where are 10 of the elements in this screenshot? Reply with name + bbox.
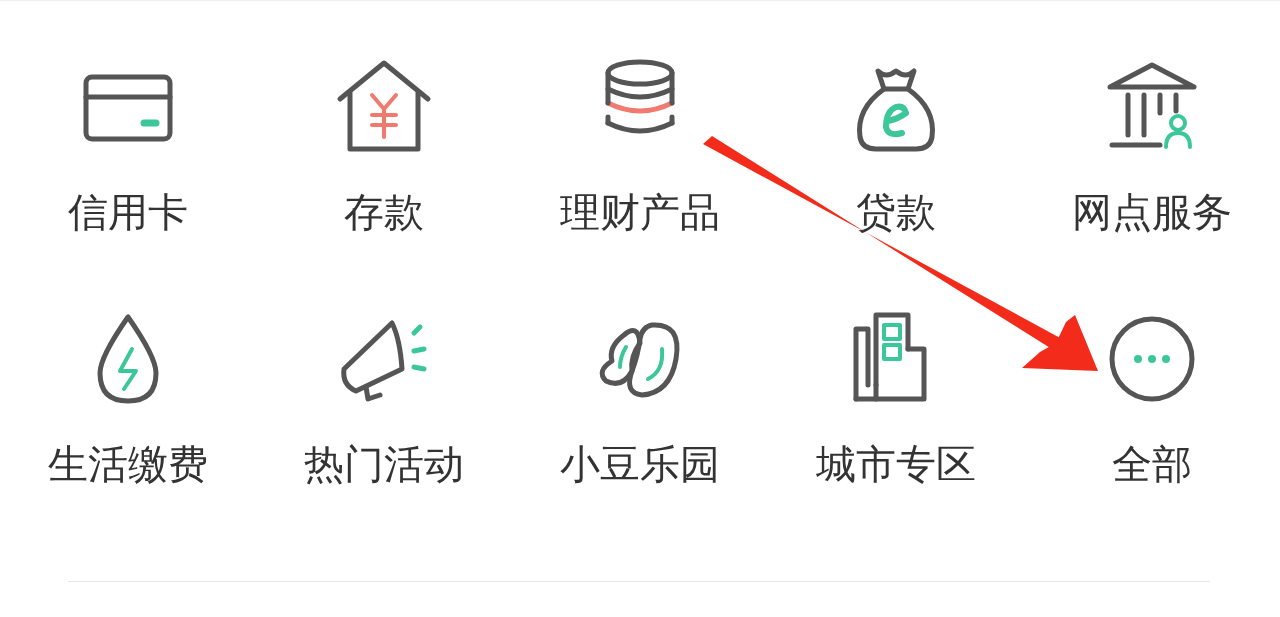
- menu-label: 信用卡: [68, 188, 188, 237]
- menu-label: 小豆乐园: [560, 440, 720, 489]
- menu-label: 热门活动: [304, 440, 464, 489]
- menu-label: 城市专区: [816, 440, 976, 489]
- menu-label: 存款: [344, 188, 424, 237]
- menu-label: 生活缴费: [48, 440, 208, 489]
- menu-label: 理财产品: [560, 188, 720, 237]
- menu-label: 贷款: [856, 188, 936, 237]
- menu-label: 网点服务: [1072, 188, 1232, 237]
- menu-label: 全部: [1112, 440, 1192, 489]
